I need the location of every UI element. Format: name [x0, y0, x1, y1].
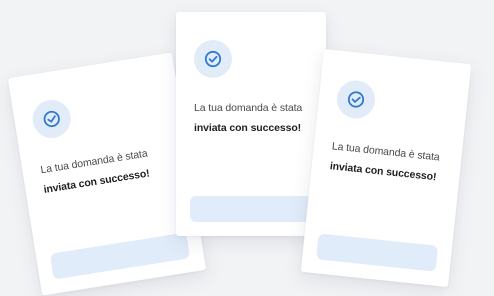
card-action-button[interactable] [190, 196, 312, 222]
success-badge [29, 97, 74, 141]
check-circle-icon [204, 50, 222, 68]
success-message: La tua domanda è stata inviata con succe… [39, 142, 160, 200]
success-card-center: La tua domanda è stata inviata con succe… [176, 12, 326, 236]
success-message-text: La tua domanda è stata [331, 140, 441, 164]
success-message-text: La tua domanda è stata [194, 102, 303, 114]
success-card-right: La tua domanda è stata inviata con succe… [300, 48, 472, 288]
check-circle-icon [347, 91, 365, 108]
success-message: La tua domanda è stata inviata con succe… [329, 136, 449, 188]
success-message-emphasis: inviata con successo! [194, 122, 302, 134]
check-circle-icon [43, 110, 60, 128]
success-badge [194, 40, 232, 78]
success-badge [335, 78, 377, 121]
success-message: La tua domanda è stata inviata con succe… [194, 98, 310, 138]
success-cards-stage: La tua domanda è stata inviata con succe… [0, 0, 494, 296]
card-action-button[interactable] [316, 233, 439, 272]
card-action-button[interactable] [49, 232, 191, 280]
success-message-emphasis: inviata con successo! [329, 160, 437, 184]
